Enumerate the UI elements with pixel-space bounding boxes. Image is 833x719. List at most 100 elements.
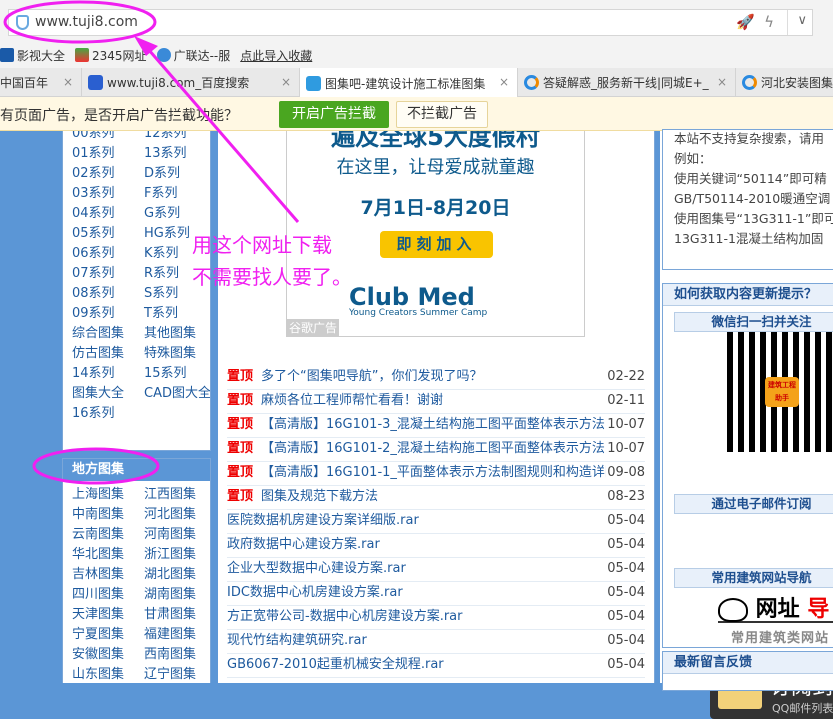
nav-link[interactable]: 05系列 [72, 224, 144, 244]
nav-link[interactable]: 图集大全 [72, 384, 144, 404]
nav-logo[interactable]: 网址 导 [718, 591, 833, 623]
rocket-icon[interactable]: 🚀 [736, 13, 755, 31]
nav-link[interactable]: 其他图集 [144, 324, 210, 344]
nav-link[interactable]: 四川图集 [72, 585, 144, 605]
nav-link[interactable]: 浙江图集 [144, 545, 212, 565]
tab[interactable]: 答疑解惑_服务新干线|同城E+_ × [518, 68, 736, 97]
nav-link[interactable]: 综合图集 [72, 324, 144, 344]
nav-link[interactable]: 天津图集 [72, 605, 144, 625]
nav-link[interactable]: 吉林图集 [72, 565, 144, 585]
nav-link[interactable]: 甘肃图集 [144, 605, 212, 625]
news-title[interactable]: IDC数据中心机房建设方案.rar [227, 585, 403, 600]
news-item[interactable]: 置顶 【高清版】16G101-2_混凝土结构施工图平面整体表示方法 10-07 [227, 438, 645, 462]
news-item[interactable]: 置顶 图集及规范下载方法 08-23 [227, 486, 645, 510]
nav-link[interactable]: 01系列 [72, 144, 144, 164]
nav-link[interactable]: F系列 [144, 184, 210, 204]
news-title[interactable]: 方正宽带公司-数据中心机房建设方案.rar [227, 609, 462, 624]
nav-link[interactable]: 仿古图集 [72, 344, 144, 364]
news-title[interactable]: 政府数据中心建设方案.rar [227, 537, 380, 552]
news-date: 02-22 [606, 366, 645, 388]
ad-tagline: Young Creators Summer Camp [349, 308, 488, 318]
nav-link[interactable]: T系列 [144, 304, 210, 324]
tab-title: www.tuji8.com_百度搜索 [107, 76, 250, 90]
nav-link[interactable]: CAD图大全 [144, 384, 210, 404]
news-item[interactable]: 置顶 麻烦各位工程师帮忙看看！谢谢 02-11 [227, 390, 645, 414]
nav-link[interactable]: 特殊图集 [144, 344, 210, 364]
close-icon[interactable]: × [63, 75, 73, 89]
nav-link[interactable]: 12系列 [144, 131, 210, 144]
close-icon[interactable]: × [499, 75, 509, 89]
tab[interactable]: 中国百年 × [0, 68, 82, 97]
news-item[interactable]: 企业大型数据中心建设方案.rar 05-04 [227, 558, 645, 582]
nav-link[interactable]: 华北图集 [72, 545, 144, 565]
news-title[interactable]: 【高清版】16G101-1_平面整体表示方法制图规则和构造详图 [261, 465, 618, 480]
no-adblock-button[interactable]: 不拦截广告 [396, 101, 488, 128]
nav-link[interactable]: 07系列 [72, 264, 144, 284]
news-item[interactable]: 医院数据机房建设方案详细版.rar 05-04 [227, 510, 645, 534]
close-icon[interactable]: × [281, 75, 291, 89]
nav-link[interactable]: 上海图集 [72, 485, 144, 505]
url-text[interactable]: www.tuji8.com [35, 14, 138, 30]
nav-link[interactable]: 福建图集 [144, 625, 212, 645]
nav-link[interactable]: 宁夏图集 [72, 625, 144, 645]
news-title[interactable]: 医院数据机房建设方案详细版.rar [227, 513, 419, 528]
news-title[interactable]: GB6067-2010起重机械安全规程.rar [227, 657, 444, 672]
nav-link[interactable]: 06系列 [72, 244, 144, 264]
news-title[interactable]: 图集及规范下载方法 [261, 489, 378, 504]
nav-link[interactable]: 09系列 [72, 304, 144, 324]
nav-link[interactable]: 湖南图集 [144, 585, 212, 605]
nav-link[interactable]: 16系列 [72, 404, 144, 424]
news-title[interactable]: 多了个“图集吧导航”，你们发现了吗？ [261, 369, 482, 384]
news-title[interactable]: 企业大型数据中心建设方案.rar [227, 561, 406, 576]
news-item[interactable]: 政府数据中心建设方案.rar 05-04 [227, 534, 645, 558]
bookmark-item[interactable]: 广联达--服 [156, 47, 230, 64]
nav-link[interactable]: 中南图集 [72, 505, 144, 525]
nav-link[interactable]: 08系列 [72, 284, 144, 304]
close-icon[interactable]: × [717, 75, 727, 89]
news-item[interactable]: 置顶 多了个“图集吧导航”，你们发现了吗？ 02-22 [227, 366, 645, 390]
nav-link[interactable]: 西南图集 [144, 645, 212, 665]
ad-cta-button[interactable]: 即刻加入 [380, 231, 493, 258]
tab-title: 答疑解惑_服务新干线|同城E+_ [543, 76, 709, 90]
nav-link[interactable]: G系列 [144, 204, 210, 224]
nav-link[interactable]: 02系列 [72, 164, 144, 184]
news-title[interactable]: 现代竹结构建筑研究.rar [227, 633, 367, 648]
nav-link[interactable]: 13系列 [144, 144, 210, 164]
news-item[interactable]: GB6067-2010起重机械安全规程.rar 05-04 [227, 654, 645, 678]
news-item[interactable]: 现代竹结构建筑研究.rar 05-04 [227, 630, 645, 654]
nav-link[interactable]: 00系列 [72, 131, 144, 144]
nav-link[interactable]: 03系列 [72, 184, 144, 204]
tab[interactable]: 河北安装图集 [736, 68, 833, 97]
bookmark-item[interactable]: 2345网址 [75, 47, 147, 64]
news-title[interactable]: 【高清版】16G101-2_混凝土结构施工图平面整体表示方法 [261, 441, 605, 456]
tab[interactable]: www.tuji8.com_百度搜索 × [82, 68, 300, 97]
nav-link[interactable]: 辽宁图集 [144, 665, 212, 685]
news-item[interactable]: IDC数据中心机房建设方案.rar 05-04 [227, 582, 645, 606]
search-tip-line: 本站不支持复杂搜索，请用 [674, 131, 825, 146]
bookmark-item[interactable]: 影视大全 [0, 47, 65, 64]
nav-link[interactable]: 江西图集 [144, 485, 212, 505]
nav-link[interactable]: 云南图集 [72, 525, 144, 545]
search-tip-line: 例如： [674, 151, 712, 166]
address-bar[interactable]: www.tuji8.com 🚀 ϟ ∨ [8, 9, 813, 36]
news-item[interactable]: 置顶 【高清版】16G101-1_平面整体表示方法制图规则和构造详图 09-08 [227, 462, 645, 486]
tab-active[interactable]: 图集吧-建筑设计施工标准图集 × [300, 68, 518, 98]
nav-link[interactable]: 河南图集 [144, 525, 212, 545]
bolt-icon[interactable]: ϟ [764, 13, 774, 31]
nav-link[interactable]: 湖北图集 [144, 565, 212, 585]
nav-link[interactable]: 14系列 [72, 364, 144, 384]
ie-icon [524, 75, 539, 90]
chevron-down-icon[interactable]: ∨ [797, 13, 807, 28]
enable-adblock-button[interactable]: 开启广告拦截 [279, 101, 389, 128]
news-title[interactable]: 麻烦各位工程师帮忙看看！谢谢 [261, 393, 443, 408]
nav-link[interactable]: 04系列 [72, 204, 144, 224]
nav-link[interactable]: D系列 [144, 164, 210, 184]
nav-link[interactable]: 山东图集 [72, 665, 144, 685]
nav-link[interactable]: 15系列 [144, 364, 210, 384]
news-item[interactable]: 置顶 【高清版】16G101-3_混凝土结构施工图平面整体表示方法 10-07 [227, 414, 645, 438]
import-bookmarks-link[interactable]: 点此导入收藏 [240, 47, 312, 64]
news-item[interactable]: 方正宽带公司-数据中心机房建设方案.rar 05-04 [227, 606, 645, 630]
nav-link[interactable]: 河北图集 [144, 505, 212, 525]
nav-link[interactable]: 安徽图集 [72, 645, 144, 665]
news-title[interactable]: 【高清版】16G101-3_混凝土结构施工图平面整体表示方法 [261, 417, 605, 432]
